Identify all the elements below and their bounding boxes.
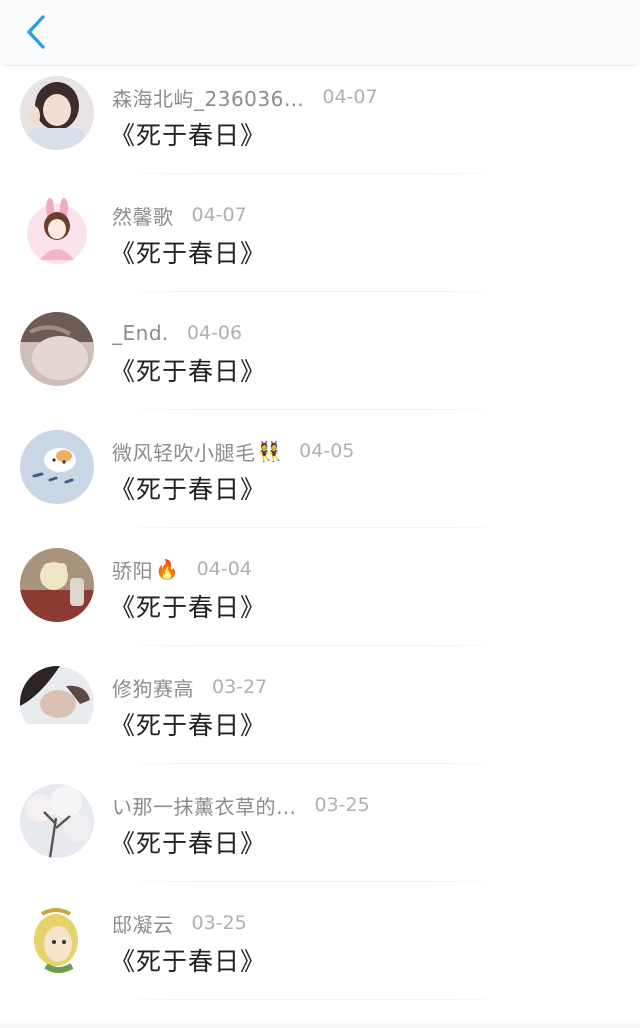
comment-text: 《死于春日》 bbox=[110, 593, 267, 622]
back-button[interactable] bbox=[14, 10, 58, 54]
divider bbox=[112, 881, 512, 882]
comment-text: 《死于春日》 bbox=[110, 121, 267, 150]
user-avatar[interactable] bbox=[20, 312, 94, 386]
comment-meta: い那一抹薰衣草的… 03-25 bbox=[112, 791, 370, 820]
comment-date: 04-07 bbox=[191, 204, 247, 226]
user-avatar[interactable] bbox=[20, 902, 94, 976]
comment-meta: 微风轻吹小腿毛 👯 04-05 bbox=[112, 437, 355, 466]
divider bbox=[112, 291, 512, 292]
comment-meta: 骄阳 🔥 04-04 bbox=[112, 555, 252, 584]
username[interactable]: 然馨歌 bbox=[112, 201, 174, 230]
comment-date: 04-05 bbox=[299, 440, 355, 462]
comment-meta: 然馨歌 04-07 bbox=[112, 201, 247, 230]
user-avatar[interactable] bbox=[20, 666, 94, 740]
comment-meta: _End. 04-06 bbox=[112, 320, 242, 346]
comment-text: 《死于春日》 bbox=[110, 475, 267, 504]
comment-text: 《死于春日》 bbox=[110, 947, 267, 976]
user-avatar[interactable] bbox=[20, 548, 94, 622]
divider bbox=[112, 409, 512, 410]
comment-item[interactable]: 微风轻吹小腿毛 👯 04-05 《死于春日》 bbox=[0, 420, 640, 538]
divider bbox=[112, 527, 512, 528]
list-bottom-edge bbox=[0, 1020, 640, 1028]
comment-text: 《死于春日》 bbox=[110, 357, 267, 386]
comment-item[interactable]: 邸凝云 03-25 《死于春日》 bbox=[0, 892, 640, 1010]
comment-item[interactable]: 骄阳 🔥 04-04 《死于春日》 bbox=[0, 538, 640, 656]
user-avatar[interactable] bbox=[20, 430, 94, 504]
username[interactable]: 森海北屿_236036… bbox=[112, 83, 304, 112]
username[interactable]: _End. bbox=[112, 321, 169, 345]
username[interactable]: 微风轻吹小腿毛 bbox=[112, 437, 256, 466]
comment-item[interactable]: 森海北屿_236036… 04-07 《死于春日》 bbox=[0, 66, 640, 184]
divider bbox=[112, 999, 512, 1000]
comment-text: 《死于春日》 bbox=[110, 711, 267, 740]
fire-emoji-icon: 🔥 bbox=[155, 558, 179, 581]
comment-date: 03-25 bbox=[191, 912, 247, 934]
comment-text: 《死于春日》 bbox=[110, 829, 267, 858]
comment-meta: 修狗赛高 03-27 bbox=[112, 673, 268, 702]
comment-meta: 邸凝云 03-25 bbox=[112, 909, 247, 938]
comment-item[interactable]: 然馨歌 04-07 《死于春日》 bbox=[0, 184, 640, 302]
divider bbox=[112, 645, 512, 646]
comment-date: 03-27 bbox=[212, 676, 268, 698]
comment-date: 03-25 bbox=[314, 794, 370, 816]
username[interactable]: 修狗赛高 bbox=[112, 673, 194, 702]
username[interactable]: 邸凝云 bbox=[112, 909, 174, 938]
dancers-emoji-icon: 👯 bbox=[257, 440, 282, 463]
comment-text: 《死于春日》 bbox=[110, 239, 267, 268]
divider bbox=[112, 173, 512, 174]
comment-meta: 森海北屿_236036… 04-07 bbox=[112, 83, 378, 112]
comment-item[interactable]: 修狗赛高 03-27 《死于春日》 bbox=[0, 656, 640, 774]
chevron-left-icon bbox=[27, 15, 45, 49]
divider bbox=[112, 763, 512, 764]
comment-item[interactable]: い那一抹薰衣草的… 03-25 《死于春日》 bbox=[0, 774, 640, 892]
top-navigation-bar bbox=[0, 0, 640, 66]
username[interactable]: い那一抹薰衣草的… bbox=[112, 791, 297, 820]
user-avatar[interactable] bbox=[20, 194, 94, 268]
comment-date: 04-04 bbox=[196, 558, 252, 580]
username[interactable]: 骄阳 bbox=[112, 555, 153, 584]
user-avatar[interactable] bbox=[20, 76, 94, 150]
user-avatar[interactable] bbox=[20, 784, 94, 858]
comment-date: 04-06 bbox=[186, 322, 243, 344]
comment-item[interactable]: _End. 04-06 《死于春日》 bbox=[0, 302, 640, 420]
comment-date: 04-07 bbox=[322, 86, 378, 108]
